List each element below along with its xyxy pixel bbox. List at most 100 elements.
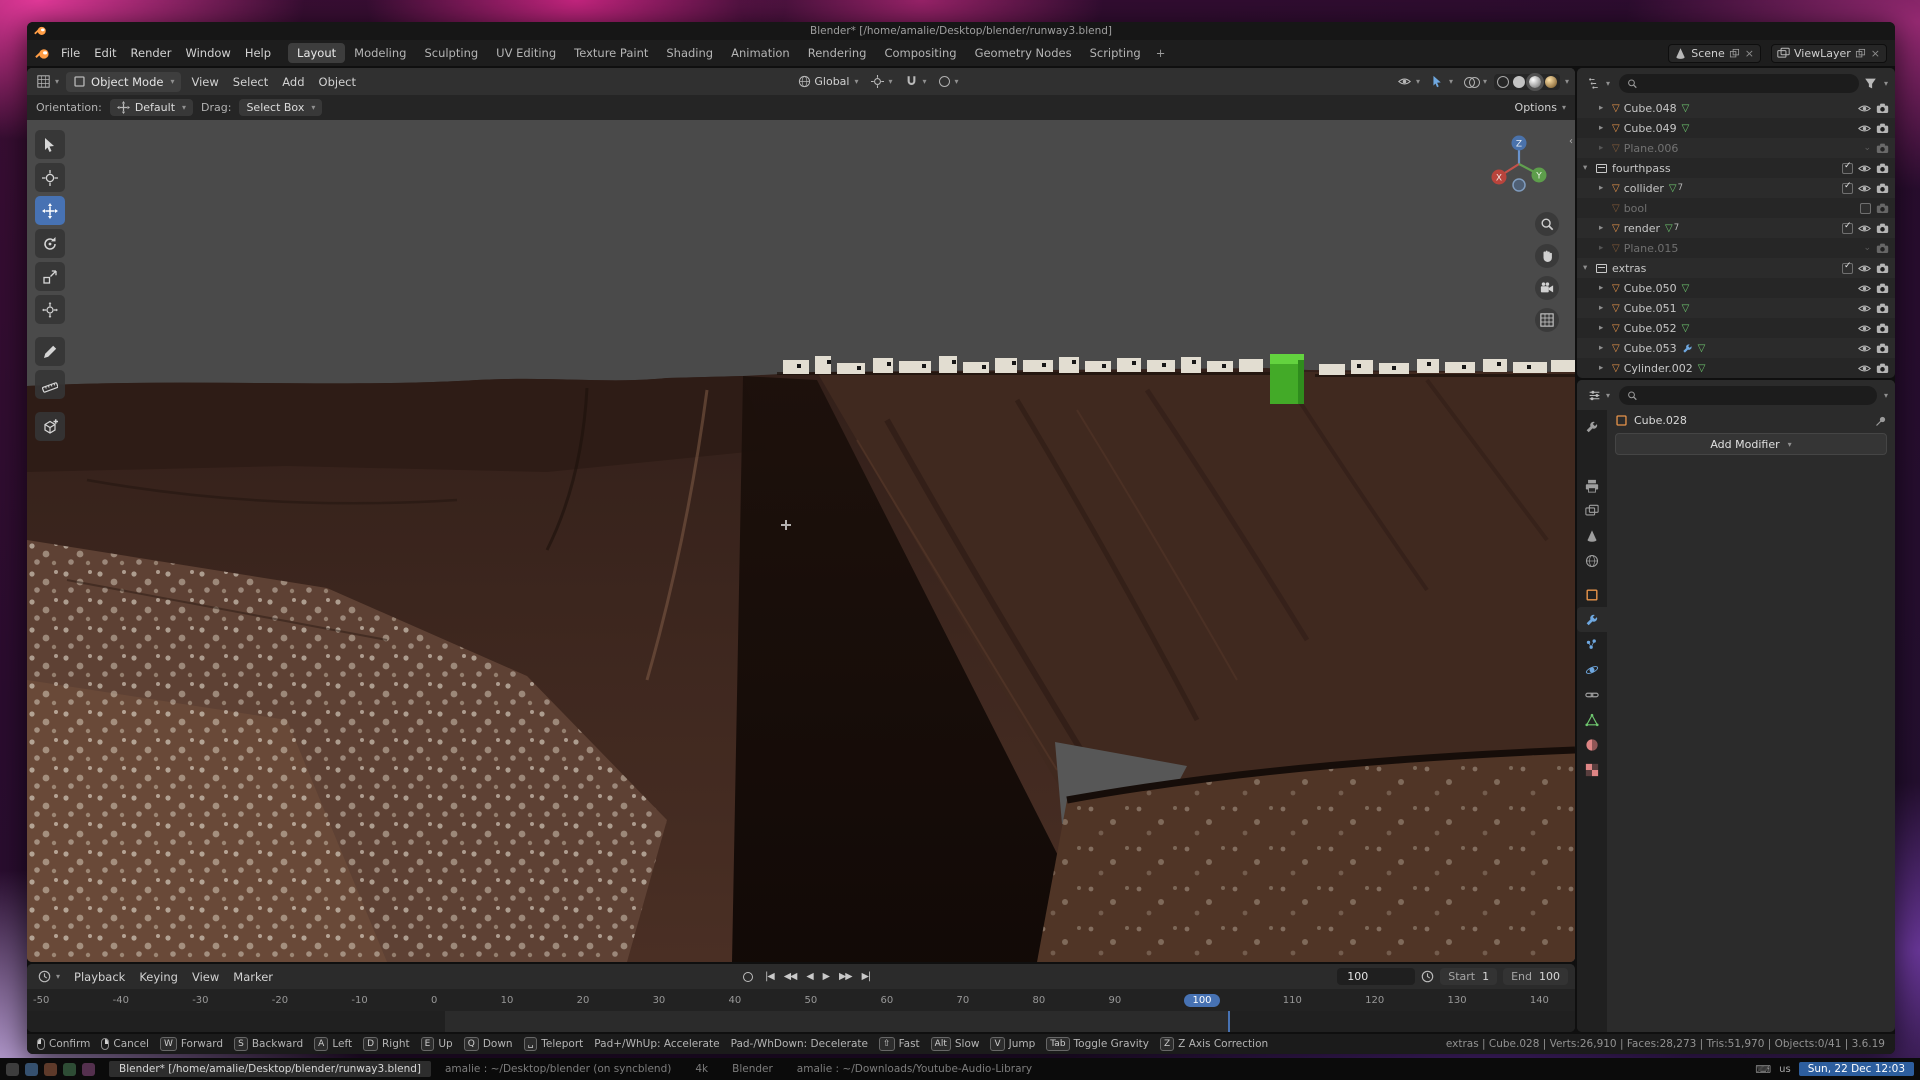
viewport-menu-item[interactable]: Add bbox=[275, 73, 311, 91]
show-gizmo-toggle[interactable]: ▾ bbox=[1394, 73, 1424, 90]
outliner-item-label[interactable]: Plane.015 bbox=[1624, 242, 1679, 255]
playhead[interactable] bbox=[1228, 1011, 1230, 1032]
hide-eye-icon[interactable] bbox=[1858, 182, 1871, 195]
viewport-canvas[interactable]: Z X Y bbox=[27, 120, 1575, 962]
terminal-icon[interactable] bbox=[44, 1063, 57, 1076]
disable-render-icon[interactable] bbox=[1876, 322, 1889, 335]
hide-eye-icon[interactable] bbox=[1858, 222, 1871, 235]
blender-menu-icon[interactable] bbox=[35, 46, 50, 61]
menu-item[interactable]: File bbox=[54, 44, 87, 62]
preview-range-clock-icon[interactable] bbox=[1421, 970, 1434, 983]
tab-view-layer[interactable] bbox=[1577, 498, 1607, 523]
transport-button[interactable]: ▶| bbox=[858, 970, 875, 983]
taskbar-window-button[interactable]: amalie : ~/Desktop/blender (on syncblend… bbox=[435, 1061, 681, 1077]
timeline-menu-item[interactable]: Keying bbox=[132, 968, 185, 986]
tool-scale[interactable] bbox=[35, 262, 65, 291]
timeline-track-area[interactable] bbox=[27, 1011, 1575, 1032]
taskbar-window-button[interactable]: Blender* [/home/amalie/Desktop/blender/r… bbox=[109, 1061, 431, 1077]
outliner-row[interactable]: ▸ ▽ Plane.006 ▽ ⌄ bbox=[1577, 138, 1895, 158]
tab-material[interactable] bbox=[1577, 732, 1607, 757]
workspace-tab[interactable]: UV Editing bbox=[487, 43, 565, 63]
expand-arrow-icon[interactable]: ▸ bbox=[1599, 103, 1612, 113]
expand-arrow-icon[interactable]: ▸ bbox=[1599, 343, 1612, 353]
transform-orientation-select[interactable]: Global ▾ bbox=[794, 73, 862, 90]
exclude-checkbox[interactable] bbox=[1842, 223, 1853, 234]
taskbar-window-button[interactable]: Blender bbox=[722, 1061, 783, 1077]
outliner-row[interactable]: ▸ ▽ Cube.051 ▽ ⌄ bbox=[1577, 298, 1895, 318]
tool-measure[interactable] bbox=[35, 370, 65, 399]
workspace-tab[interactable]: Texture Paint bbox=[565, 43, 657, 63]
disable-render-icon[interactable] bbox=[1876, 262, 1889, 275]
disable-render-icon[interactable] bbox=[1876, 182, 1889, 195]
app-menu-icon[interactable] bbox=[6, 1063, 19, 1076]
tab-world[interactable] bbox=[1577, 548, 1607, 573]
workspace-tab[interactable]: Layout bbox=[288, 43, 345, 63]
outliner-row[interactable]: ▽ bool ▽ ⌄ bbox=[1577, 198, 1895, 218]
tab-scene[interactable] bbox=[1577, 523, 1607, 548]
outliner-item-label[interactable]: Cube.048 bbox=[1624, 102, 1677, 115]
expand-arrow-icon[interactable]: ▸ bbox=[1599, 363, 1612, 373]
expand-arrow-icon[interactable]: ▸ bbox=[1599, 123, 1612, 133]
disable-render-icon[interactable] bbox=[1876, 222, 1889, 235]
pin-icon[interactable] bbox=[1875, 415, 1887, 427]
menu-item[interactable]: Render bbox=[124, 44, 179, 62]
taskbar-clock[interactable]: Sun, 22 Dec 12:03 bbox=[1799, 1062, 1914, 1076]
hide-eye-icon[interactable] bbox=[1858, 102, 1871, 115]
outliner-item-label[interactable]: collider bbox=[1624, 182, 1664, 195]
expand-arrow-icon[interactable]: ▸ bbox=[1599, 143, 1612, 153]
new-scene-icon[interactable] bbox=[1729, 48, 1740, 59]
tool-select-box[interactable] bbox=[35, 130, 65, 159]
editor-type-select[interactable]: ▾ bbox=[33, 73, 63, 90]
expand-arrow-icon[interactable]: ▸ bbox=[1599, 243, 1612, 253]
overlays-toggle[interactable]: ▾ bbox=[1460, 74, 1491, 89]
transport-button[interactable]: ▶ bbox=[819, 970, 833, 983]
taskbar-window-button[interactable]: amalie : ~/Downloads/Youtube-Audio-Libra… bbox=[787, 1061, 1042, 1077]
exclude-checkbox[interactable] bbox=[1860, 203, 1871, 214]
outliner-item-label[interactable]: Plane.006 bbox=[1624, 142, 1679, 155]
editor-icon[interactable] bbox=[82, 1063, 95, 1076]
unlink-scene-icon[interactable]: × bbox=[1744, 47, 1755, 60]
pan-hand-button[interactable] bbox=[1535, 244, 1559, 268]
hide-eye-icon[interactable] bbox=[1858, 122, 1871, 135]
mode-select[interactable]: Object Mode ▾ bbox=[66, 72, 181, 92]
tab-modifiers[interactable] bbox=[1577, 607, 1607, 632]
navigation-gizmo[interactable]: Z X Y bbox=[1487, 132, 1551, 196]
menu-item[interactable]: Help bbox=[238, 44, 278, 62]
transport-button[interactable]: ◀◀ bbox=[780, 970, 801, 983]
disable-render-icon[interactable] bbox=[1876, 202, 1889, 215]
viewport-menu-item[interactable]: Object bbox=[312, 73, 363, 91]
disable-render-icon[interactable] bbox=[1876, 122, 1889, 135]
properties-options-chevron-icon[interactable]: ▾ bbox=[1884, 391, 1888, 400]
properties-editor-type-select[interactable]: ▾ bbox=[1584, 387, 1614, 404]
tool-transform[interactable] bbox=[35, 295, 65, 324]
window-titlebar[interactable]: Blender* [/home/amalie/Desktop/blender/r… bbox=[27, 22, 1895, 40]
file-manager-icon[interactable] bbox=[25, 1063, 38, 1076]
exclude-checkbox[interactable] bbox=[1842, 183, 1853, 194]
outliner-item-label[interactable]: render bbox=[1624, 222, 1660, 235]
outliner-item-label[interactable]: Cube.051 bbox=[1624, 302, 1677, 315]
start-frame-field[interactable]: Start 1 bbox=[1440, 968, 1497, 985]
tab-render[interactable] bbox=[1577, 448, 1607, 473]
outliner-item-label[interactable]: Cube.053 bbox=[1624, 342, 1677, 355]
transport-button[interactable]: ◀ bbox=[802, 970, 816, 983]
closed-eye-icon[interactable]: ⌄ bbox=[1863, 143, 1871, 153]
auto-keying-button[interactable] bbox=[743, 972, 753, 982]
outliner-editor-type-select[interactable]: ▾ bbox=[1584, 75, 1614, 92]
camera-view-button[interactable] bbox=[1535, 276, 1559, 300]
tool-move[interactable] bbox=[35, 196, 65, 225]
scene-selector[interactable]: Scene × bbox=[1668, 44, 1761, 63]
drag-setting-select[interactable]: Select Box ▾ bbox=[239, 99, 322, 116]
disable-render-icon[interactable] bbox=[1876, 242, 1889, 255]
options-dropdown[interactable]: Options▾ bbox=[1515, 101, 1566, 114]
disable-render-icon[interactable] bbox=[1876, 282, 1889, 295]
outliner-item-label[interactable]: bool bbox=[1624, 202, 1648, 215]
tab-texture[interactable] bbox=[1577, 757, 1607, 782]
outliner-item-label[interactable]: Cube.049 bbox=[1624, 122, 1677, 135]
exclude-checkbox[interactable] bbox=[1842, 263, 1853, 274]
workspace-tab[interactable]: Rendering bbox=[799, 43, 876, 63]
shading-material-button[interactable] bbox=[1529, 76, 1541, 88]
shading-options-chevron-icon[interactable]: ▾ bbox=[1565, 77, 1569, 86]
workspace-tab[interactable]: + bbox=[1150, 43, 1172, 63]
outliner-row[interactable]: ▸ ▽ Cube.053 ▽ ⌄ bbox=[1577, 338, 1895, 358]
tool-annotate[interactable] bbox=[35, 337, 65, 366]
